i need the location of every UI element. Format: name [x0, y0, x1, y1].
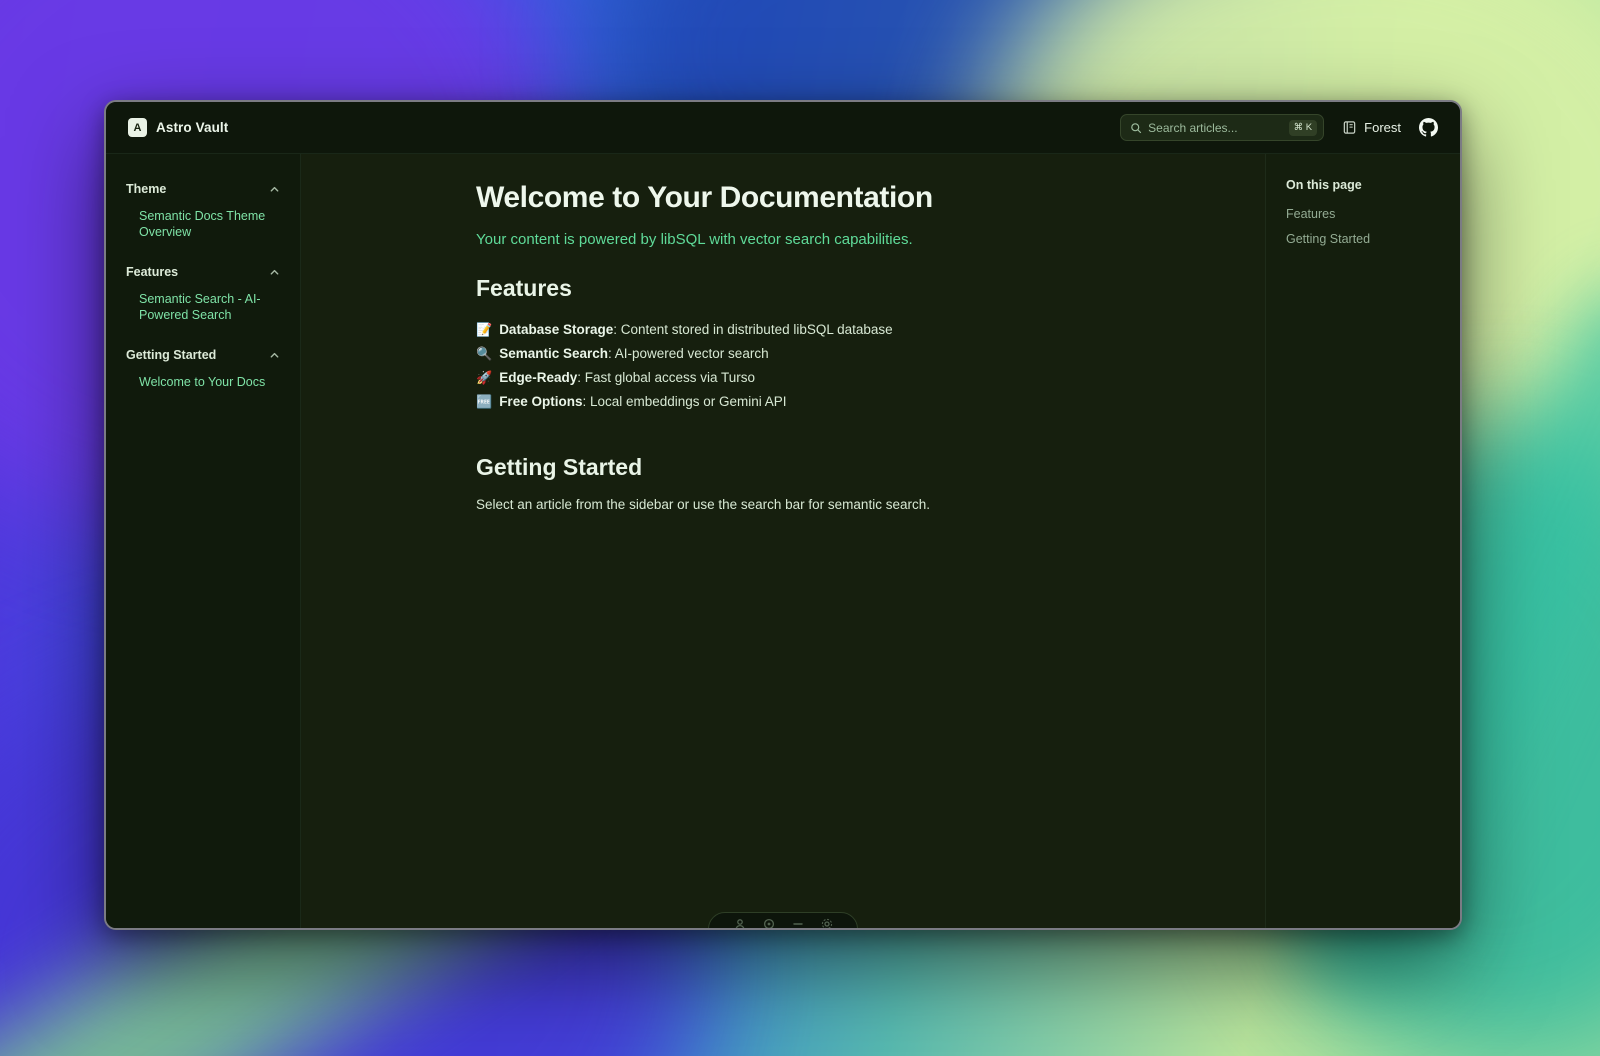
feature-item-semantic-search: 🔍 Semantic Search: AI-powered vector sear… [476, 342, 1205, 366]
sidebar-section-label: Features [126, 265, 178, 279]
feature-desc: : AI-powered vector search [608, 346, 769, 361]
sidebar-section-header-features[interactable]: Features [126, 265, 280, 279]
toc-title: On this page [1286, 178, 1440, 192]
page-subtitle: Your content is powered by libSQL with v… [476, 231, 1205, 248]
sidebar-section-getting-started: Getting Started Welcome to Your Docs [126, 348, 280, 390]
getting-started-text: Select an article from the sidebar or us… [476, 497, 1205, 512]
header-actions: ⌘ K Forest [1120, 114, 1438, 141]
dev-toolbar-menu-icon[interactable] [734, 918, 746, 930]
sidebar-nav: Theme Semantic Docs Theme Overview Featu… [106, 154, 301, 928]
window-body: Theme Semantic Docs Theme Overview Featu… [106, 154, 1460, 928]
sidebar-section-theme: Theme Semantic Docs Theme Overview [126, 182, 280, 240]
free-button-emoji-icon: 🆓 [476, 394, 492, 409]
dev-toolbar-inspect-icon[interactable] [763, 918, 775, 930]
chevron-up-icon [269, 350, 280, 361]
features-list: 📝 Database Storage: Content stored in dis… [476, 318, 1205, 414]
sidebar-section-label: Theme [126, 182, 166, 196]
app-logo-icon: A [128, 118, 147, 137]
app-window: A Astro Vault ⌘ K [104, 100, 1462, 930]
rocket-emoji-icon: 🚀 [476, 370, 492, 385]
dev-toolbar-audit-icon[interactable] [792, 918, 804, 930]
search-input[interactable] [1148, 121, 1283, 135]
brand-home-link[interactable]: A Astro Vault [128, 118, 228, 137]
toc-link-getting-started[interactable]: Getting Started [1286, 232, 1440, 246]
feature-item-free-options: 🆓 Free Options: Local embeddings or Gemin… [476, 390, 1205, 414]
features-heading: Features [476, 275, 1205, 302]
feature-desc: : Fast global access via Turso [577, 370, 755, 385]
page-title: Welcome to Your Documentation [476, 181, 1205, 215]
search-icon [1130, 122, 1142, 134]
getting-started-heading: Getting Started [476, 454, 1205, 481]
feature-item-edge-ready: 🚀 Edge-Ready: Fast global access via Turs… [476, 366, 1205, 390]
app-title: Astro Vault [156, 120, 228, 135]
feature-desc: : Local embeddings or Gemini API [582, 394, 786, 409]
github-link[interactable] [1419, 118, 1438, 137]
desktop-wallpaper: A Astro Vault ⌘ K [0, 0, 1600, 1056]
sidebar-section-label: Getting Started [126, 348, 216, 362]
sidebar-item-welcome-to-your-docs[interactable]: Welcome to Your Docs [126, 374, 280, 390]
dev-toolbar-settings-icon[interactable] [821, 918, 833, 930]
feature-item-database-storage: 📝 Database Storage: Content stored in dis… [476, 318, 1205, 342]
feature-name: Database Storage [499, 322, 613, 337]
chevron-up-icon [269, 184, 280, 195]
chevron-up-icon [269, 267, 280, 278]
github-icon [1419, 118, 1438, 137]
sidebar-section-header-theme[interactable]: Theme [126, 182, 280, 196]
app-header: A Astro Vault ⌘ K [106, 102, 1460, 154]
main-content: Welcome to Your Documentation Your conte… [301, 154, 1265, 928]
theme-toggle-button[interactable]: Forest [1342, 120, 1401, 135]
feature-desc: : Content stored in distributed libSQL d… [613, 322, 892, 337]
magnifier-emoji-icon: 🔍 [476, 346, 492, 361]
sidebar-item-semantic-docs-theme-overview[interactable]: Semantic Docs Theme Overview [126, 208, 280, 240]
theme-palette-icon [1342, 120, 1357, 135]
feature-name: Free Options [499, 394, 582, 409]
feature-name: Edge-Ready [499, 370, 577, 385]
search-shortcut-badge: ⌘ K [1289, 120, 1317, 136]
theme-label: Forest [1364, 120, 1401, 135]
sidebar-section-header-getting-started[interactable]: Getting Started [126, 348, 280, 362]
dev-toolbar[interactable] [708, 912, 858, 930]
toc-link-features[interactable]: Features [1286, 207, 1440, 221]
sidebar-section-features: Features Semantic Search - AI-Powered Se… [126, 265, 280, 323]
feature-name: Semantic Search [499, 346, 608, 361]
sidebar-item-semantic-search[interactable]: Semantic Search - AI-Powered Search [126, 291, 280, 323]
search-bar[interactable]: ⌘ K [1120, 114, 1324, 141]
memo-emoji-icon: 📝 [476, 322, 492, 337]
on-this-page-panel: On this page Features Getting Started [1265, 154, 1460, 928]
